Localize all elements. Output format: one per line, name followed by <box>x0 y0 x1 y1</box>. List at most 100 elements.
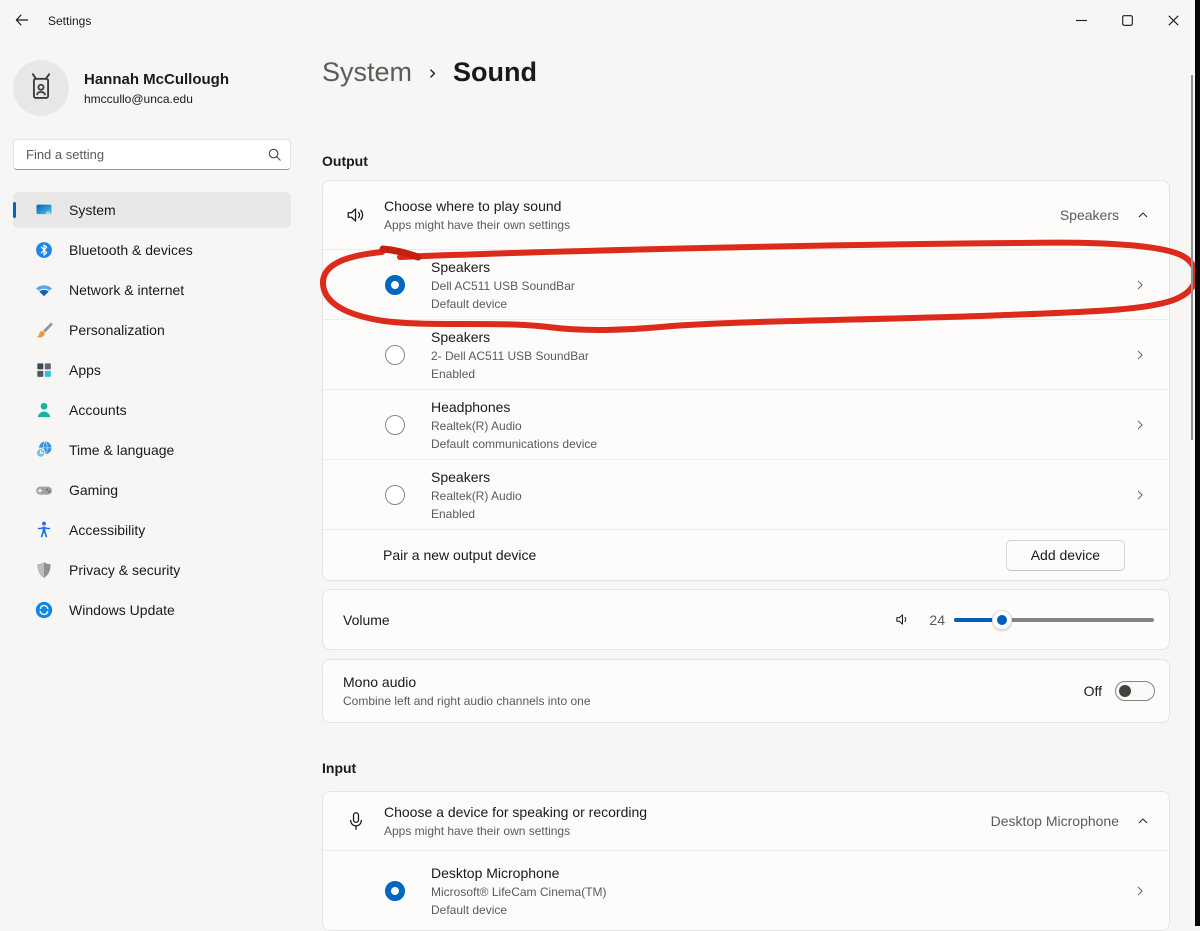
mono-audio-subtitle: Combine left and right audio channels in… <box>343 694 591 708</box>
main-content: System Sound Output Choose where to play… <box>322 55 1170 931</box>
avatar <box>13 60 69 116</box>
breadcrumb-chevron-icon <box>426 67 439 80</box>
output-device-row-speakers-dell[interactable]: Speakers Dell AC511 USB SoundBar Default… <box>323 249 1169 319</box>
device-name: Desktop Microphone <box>431 865 1133 881</box>
add-device-button[interactable]: Add device <box>1006 540 1125 571</box>
device-text: Headphones Realtek(R) Audio Default comm… <box>431 399 1133 451</box>
device-detail: Realtek(R) Audio <box>431 489 1133 503</box>
radio-selected[interactable] <box>385 881 405 901</box>
clock-globe-icon <box>34 440 54 460</box>
bluetooth-icon <box>34 240 54 260</box>
device-detail: 2- Dell AC511 USB SoundBar <box>431 349 1133 363</box>
output-chooser-text: Choose where to play sound Apps might ha… <box>384 198 1060 232</box>
sidebar-item-accessibility[interactable]: Accessibility <box>13 512 291 548</box>
device-status: Default device <box>431 297 1133 311</box>
search-box[interactable] <box>13 139 291 170</box>
mono-audio-title: Mono audio <box>343 674 591 690</box>
output-selected-value: Speakers <box>1060 207 1119 223</box>
search-input[interactable] <box>26 147 267 162</box>
device-detail: Realtek(R) Audio <box>431 419 1133 433</box>
maximize-button[interactable] <box>1104 0 1150 40</box>
sidebar-item-apps[interactable]: Apps <box>13 352 291 388</box>
output-chooser-header[interactable]: Choose where to play sound Apps might ha… <box>323 181 1169 249</box>
chevron-right-icon[interactable] <box>1133 418 1147 432</box>
sidebar-nav: System Bluetooth & devices Network & int… <box>13 192 291 632</box>
apps-grid-icon <box>34 360 54 380</box>
output-expander-card: Choose where to play sound Apps might ha… <box>322 180 1170 581</box>
pair-device-label: Pair a new output device <box>383 547 536 563</box>
output-device-row-headphones[interactable]: Headphones Realtek(R) Audio Default comm… <box>323 389 1169 459</box>
toggle-knob <box>1119 685 1131 697</box>
user-name: Hannah McCullough <box>84 71 229 88</box>
sidebar-item-system[interactable]: System <box>13 192 291 228</box>
volume-value: 24 <box>925 612 945 628</box>
microphone-icon <box>345 810 367 832</box>
sidebar-item-label: Personalization <box>69 322 165 338</box>
chevron-right-icon[interactable] <box>1133 278 1147 292</box>
scrollbar-thumb[interactable] <box>1191 75 1193 440</box>
volume-controls: 24 <box>894 610 1154 630</box>
chevron-right-icon[interactable] <box>1133 488 1147 502</box>
sidebar-item-label: Time & language <box>69 442 174 458</box>
sidebar-item-label: Accounts <box>69 402 127 418</box>
sidebar-item-bluetooth-devices[interactable]: Bluetooth & devices <box>13 232 291 268</box>
brush-icon <box>34 320 54 340</box>
selected-indicator <box>13 202 16 218</box>
shield-icon <box>34 560 54 580</box>
volume-slider-thumb[interactable] <box>992 610 1012 630</box>
sidebar-item-time-language[interactable]: Time & language <box>13 432 291 468</box>
device-name: Speakers <box>431 469 1133 485</box>
chevron-up-icon[interactable] <box>1136 814 1150 828</box>
sidebar-item-windows-update[interactable]: Windows Update <box>13 592 291 628</box>
pair-device-row: Pair a new output device Add device <box>323 529 1169 580</box>
sidebar-item-personalization[interactable]: Personalization <box>13 312 291 348</box>
input-section-label: Input <box>322 760 1170 776</box>
chevron-right-icon[interactable] <box>1133 884 1147 898</box>
input-expander-card: Choose a device for speaking or recordin… <box>322 791 1170 931</box>
mono-audio-card: Mono audio Combine left and right audio … <box>322 659 1170 723</box>
sidebar-item-gaming[interactable]: Gaming <box>13 472 291 508</box>
close-button[interactable] <box>1150 0 1196 40</box>
screen-edge-strip <box>1195 0 1200 926</box>
output-section-label: Output <box>322 153 1170 169</box>
radio-unselected[interactable] <box>385 345 405 365</box>
sidebar-item-accounts[interactable]: Accounts <box>13 392 291 428</box>
mono-audio-toggle[interactable] <box>1115 681 1155 701</box>
search-icon[interactable] <box>267 147 282 162</box>
volume-slider[interactable] <box>954 610 1154 630</box>
sidebar-item-network-internet[interactable]: Network & internet <box>13 272 291 308</box>
sidebar-item-label: Privacy & security <box>69 562 180 578</box>
device-name: Speakers <box>431 259 1133 275</box>
device-status: Default communications device <box>431 437 1133 451</box>
speaker-icon <box>345 204 367 226</box>
user-account-block[interactable]: Hannah McCullough hmccullo@unca.edu <box>13 60 229 116</box>
device-text: Speakers Realtek(R) Audio Enabled <box>431 469 1133 521</box>
device-text: Desktop Microphone Microsoft® LifeCam Ci… <box>431 865 1133 917</box>
chevron-up-icon[interactable] <box>1136 208 1150 222</box>
output-chooser-title: Choose where to play sound <box>384 198 1060 214</box>
back-button[interactable] <box>13 11 31 29</box>
sidebar-item-privacy-security[interactable]: Privacy & security <box>13 552 291 588</box>
output-device-row-speakers-dell-2[interactable]: Speakers 2- Dell AC511 USB SoundBar Enab… <box>323 319 1169 389</box>
window-title: Settings <box>48 14 91 28</box>
minimize-button[interactable] <box>1058 0 1104 40</box>
breadcrumb-system[interactable]: System <box>322 57 412 88</box>
output-device-row-speakers-realtek[interactable]: Speakers Realtek(R) Audio Enabled <box>323 459 1169 529</box>
volume-speaker-icon[interactable] <box>894 611 911 628</box>
device-status: Enabled <box>431 507 1133 521</box>
input-device-row-desktop-microphone[interactable]: Desktop Microphone Microsoft® LifeCam Ci… <box>323 850 1169 930</box>
device-text: Speakers 2- Dell AC511 USB SoundBar Enab… <box>431 329 1133 381</box>
device-status: Enabled <box>431 367 1133 381</box>
volume-card: Volume 24 <box>322 589 1170 650</box>
input-chooser-header[interactable]: Choose a device for speaking or recordin… <box>323 792 1169 850</box>
mono-audio-text: Mono audio Combine left and right audio … <box>343 674 591 708</box>
sidebar-item-label: Bluetooth & devices <box>69 242 193 258</box>
user-email: hmccullo@unca.edu <box>84 92 229 106</box>
radio-unselected[interactable] <box>385 415 405 435</box>
chevron-right-icon[interactable] <box>1133 348 1147 362</box>
device-detail: Microsoft® LifeCam Cinema(TM) <box>431 885 1133 899</box>
radio-selected[interactable] <box>385 275 405 295</box>
mono-audio-state: Off <box>1084 683 1102 699</box>
radio-unselected[interactable] <box>385 485 405 505</box>
volume-label: Volume <box>343 612 390 628</box>
